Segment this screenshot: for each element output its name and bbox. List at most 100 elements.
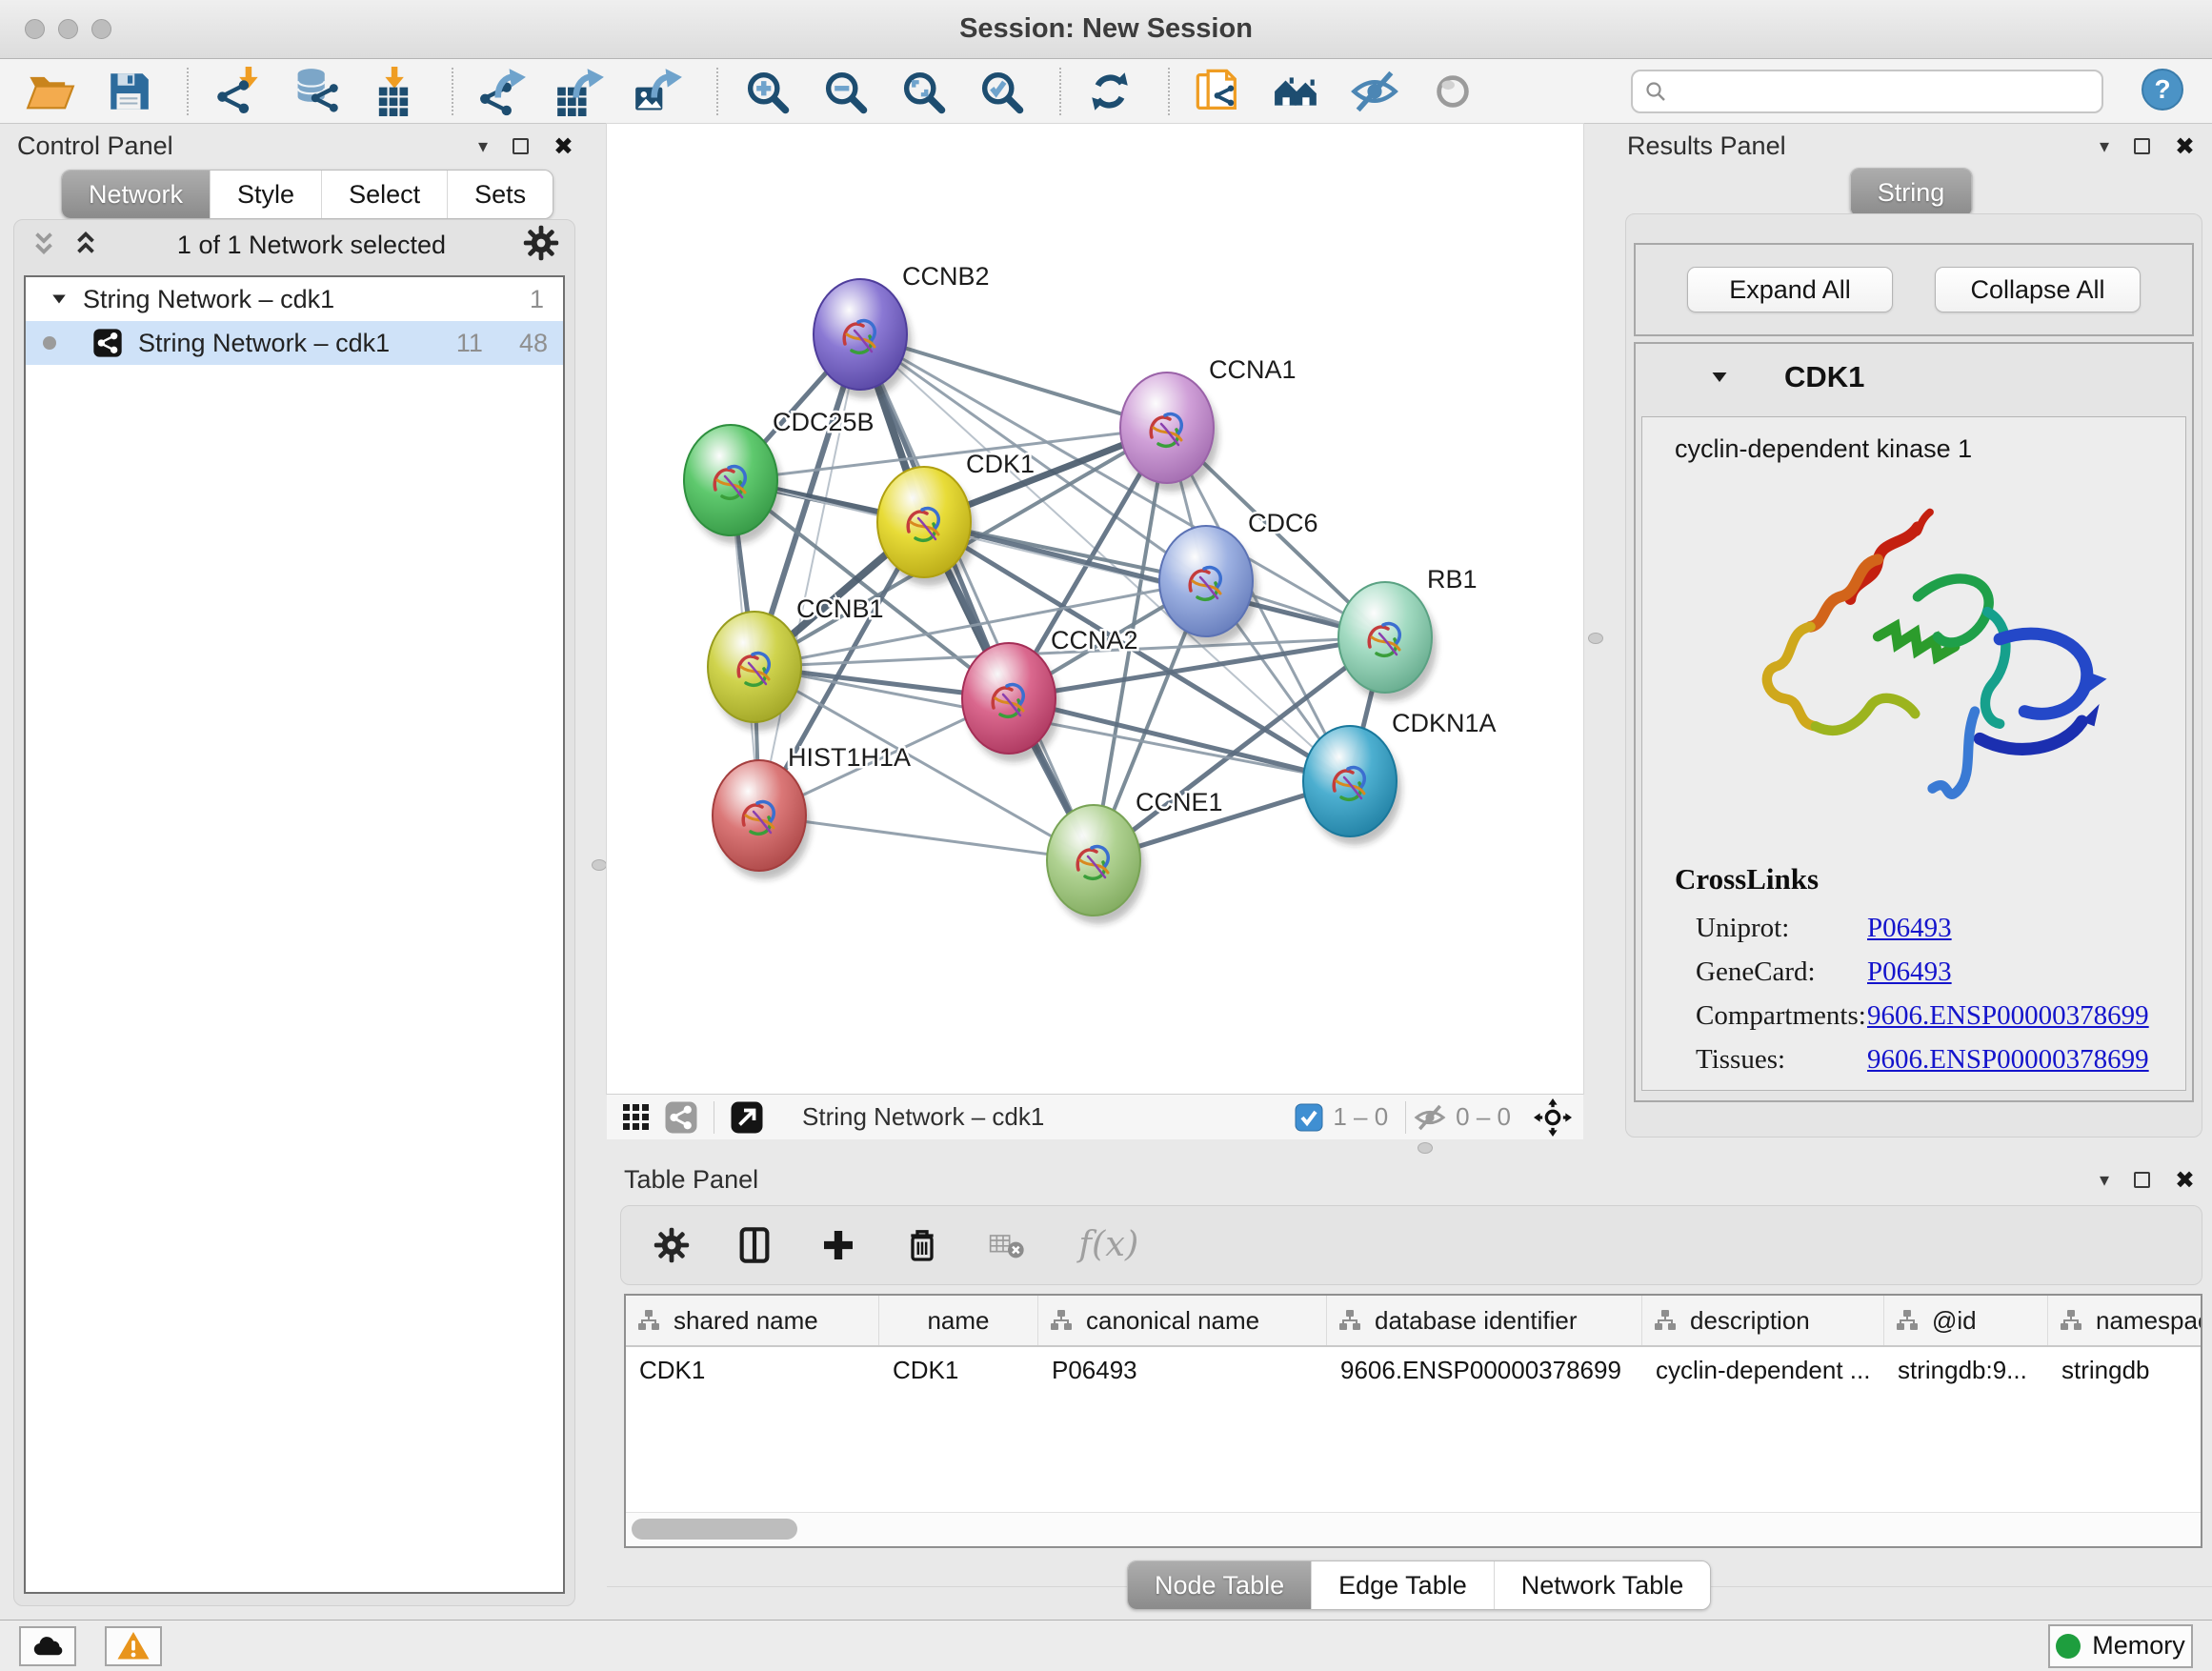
home-button[interactable] <box>1269 64 1324 119</box>
import-table-button[interactable] <box>366 64 421 119</box>
cloud-status-button[interactable] <box>19 1626 76 1666</box>
grid-mode-icon[interactable] <box>622 1103 651 1132</box>
open-file-button[interactable] <box>23 64 78 119</box>
crosslink-link[interactable]: 9606.ENSP00000378699 <box>1867 1037 2149 1081</box>
table-cell[interactable]: CDK1 <box>626 1347 879 1393</box>
network-options-gear-icon[interactable] <box>523 225 559 266</box>
add-column-button[interactable] <box>819 1226 857 1264</box>
show-all-button[interactable] <box>1425 64 1480 119</box>
network-collection-row[interactable]: String Network – cdk1 1 <box>26 277 563 321</box>
crosslink-link[interactable]: P06493 <box>1867 950 1952 994</box>
column-header-namespace[interactable]: namespace <box>2048 1296 2202 1345</box>
zoom-out-button[interactable] <box>817 64 873 119</box>
export-network-button[interactable] <box>474 64 530 119</box>
panel-float-icon[interactable] <box>513 138 529 154</box>
column-header-description[interactable]: description <box>1642 1296 1884 1345</box>
node-CDC6[interactable] <box>1159 526 1257 645</box>
first-neighbors-button[interactable] <box>1191 64 1246 119</box>
panel-close-icon[interactable]: ✖ <box>553 134 573 158</box>
expand-all-networks-icon[interactable] <box>71 229 100 262</box>
table-cell[interactable]: 9606.ENSP00000378699 <box>1327 1347 1642 1393</box>
node-CCNA1[interactable] <box>1120 372 1218 492</box>
table-cell[interactable]: CDK1 <box>879 1347 1038 1393</box>
delete-column-button[interactable] <box>903 1226 941 1264</box>
panel-float-icon[interactable] <box>2134 138 2150 154</box>
tab-style[interactable]: Style <box>210 171 321 218</box>
left-splitter[interactable] <box>591 124 607 1139</box>
zoom-in-button[interactable] <box>739 64 794 119</box>
apply-layout-button[interactable] <box>1082 64 1137 119</box>
column-header-canonical-name[interactable]: canonical name <box>1038 1296 1327 1345</box>
gene-caret-icon[interactable] <box>1710 368 1729 387</box>
node-CCNB2[interactable] <box>814 279 912 398</box>
right-splitter[interactable] <box>1583 124 1610 1139</box>
panel-float-icon[interactable] <box>2134 1172 2150 1188</box>
delete-table-button[interactable] <box>987 1226 1029 1264</box>
node-RB1[interactable] <box>1338 582 1437 701</box>
table-row[interactable]: CDK1CDK1P064939606.ENSP00000378699cyclin… <box>626 1347 2201 1393</box>
panel-close-icon[interactable]: ✖ <box>2175 134 2195 158</box>
table-cell[interactable]: stringdb <box>2048 1347 2202 1393</box>
tab-node-table[interactable]: Node Table <box>1128 1561 1311 1609</box>
panel-close-icon[interactable]: ✖ <box>2175 1168 2195 1192</box>
scrollbar-thumb[interactable] <box>632 1519 797 1540</box>
memory-button[interactable]: Memory <box>2048 1624 2193 1668</box>
window-zoom-button[interactable] <box>91 19 111 39</box>
crosslink-link[interactable]: P06493 <box>1867 1081 1952 1091</box>
splitter-handle[interactable] <box>1418 1142 1433 1154</box>
import-network-file-button[interactable] <box>210 64 265 119</box>
window-minimize-button[interactable] <box>58 19 78 39</box>
export-image-button[interactable] <box>631 64 686 119</box>
tab-network-table[interactable]: Network Table <box>1494 1561 1711 1609</box>
column-header-shared-name[interactable]: shared name <box>626 1296 879 1345</box>
zoom-fit-button[interactable] <box>895 64 951 119</box>
export-table-button[interactable] <box>553 64 608 119</box>
network-row[interactable]: String Network – cdk1 11 48 <box>26 321 563 365</box>
hide-selected-button[interactable] <box>1347 64 1402 119</box>
collapse-all-button[interactable]: Collapse All <box>1935 267 2141 312</box>
node-CDKN1A[interactable] <box>1303 726 1401 845</box>
tab-sets[interactable]: Sets <box>447 171 553 218</box>
table-cell[interactable]: P06493 <box>1038 1347 1327 1393</box>
import-network-database-button[interactable] <box>288 64 343 119</box>
hidden-eye-slash-icon[interactable] <box>1414 1101 1446 1134</box>
node-CCNE1[interactable] <box>1047 805 1145 924</box>
crosslink-link[interactable]: P06493 <box>1867 906 1952 950</box>
crosslink-link[interactable]: 9606.ENSP00000378699 <box>1867 994 2149 1037</box>
show-columns-button[interactable] <box>735 1226 774 1264</box>
tab-select[interactable]: Select <box>321 171 447 218</box>
node-CDC25B[interactable] <box>684 425 782 544</box>
tab-string[interactable]: String <box>1851 169 1972 216</box>
bottom-splitter[interactable] <box>607 1139 2212 1158</box>
column-header-name[interactable]: name <box>879 1296 1038 1345</box>
node-CCNB1[interactable] <box>708 612 806 731</box>
table-settings-button[interactable] <box>654 1227 690 1263</box>
tab-edge-table[interactable]: Edge Table <box>1311 1561 1494 1609</box>
search-input[interactable] <box>1677 76 2090 106</box>
expand-all-button[interactable]: Expand All <box>1687 267 1893 312</box>
function-builder-button[interactable]: f(x) <box>1075 1224 1155 1266</box>
warnings-button[interactable] <box>105 1626 162 1666</box>
zoom-selected-button[interactable] <box>974 64 1029 119</box>
table-cell[interactable]: cyclin-dependent ... <box>1642 1347 1884 1393</box>
network-canvas[interactable]: CCNB2CCNA1CDC25BCDK1CDC6RB1CCNB1CCNA2CDK… <box>607 124 1583 1094</box>
table-cell[interactable]: stringdb:9... <box>1884 1347 2048 1393</box>
network-badge-icon[interactable] <box>664 1100 698 1135</box>
gene-section-header[interactable]: CDK1 <box>1636 344 2192 411</box>
tab-network[interactable]: Network <box>62 171 210 218</box>
selected-checkbox-icon[interactable] <box>1295 1103 1323 1132</box>
panel-menu-icon[interactable]: ▾ <box>2100 136 2109 155</box>
column-header--id[interactable]: @id <box>1884 1296 2048 1345</box>
node-HIST1H1A[interactable] <box>713 760 811 879</box>
save-session-button[interactable] <box>101 64 156 119</box>
birdseye-crosshair-icon[interactable] <box>1534 1098 1572 1137</box>
node-CCNA2[interactable] <box>962 643 1060 762</box>
splitter-handle[interactable] <box>592 859 607 871</box>
window-close-button[interactable] <box>25 19 45 39</box>
collapse-all-networks-icon[interactable] <box>30 229 58 262</box>
column-header-database-identifier[interactable]: database identifier <box>1327 1296 1642 1345</box>
node-CDK1[interactable] <box>877 467 975 586</box>
panel-menu-icon[interactable]: ▾ <box>2100 1170 2109 1189</box>
detach-view-icon[interactable] <box>730 1100 764 1135</box>
collection-caret-icon[interactable] <box>50 291 68 308</box>
